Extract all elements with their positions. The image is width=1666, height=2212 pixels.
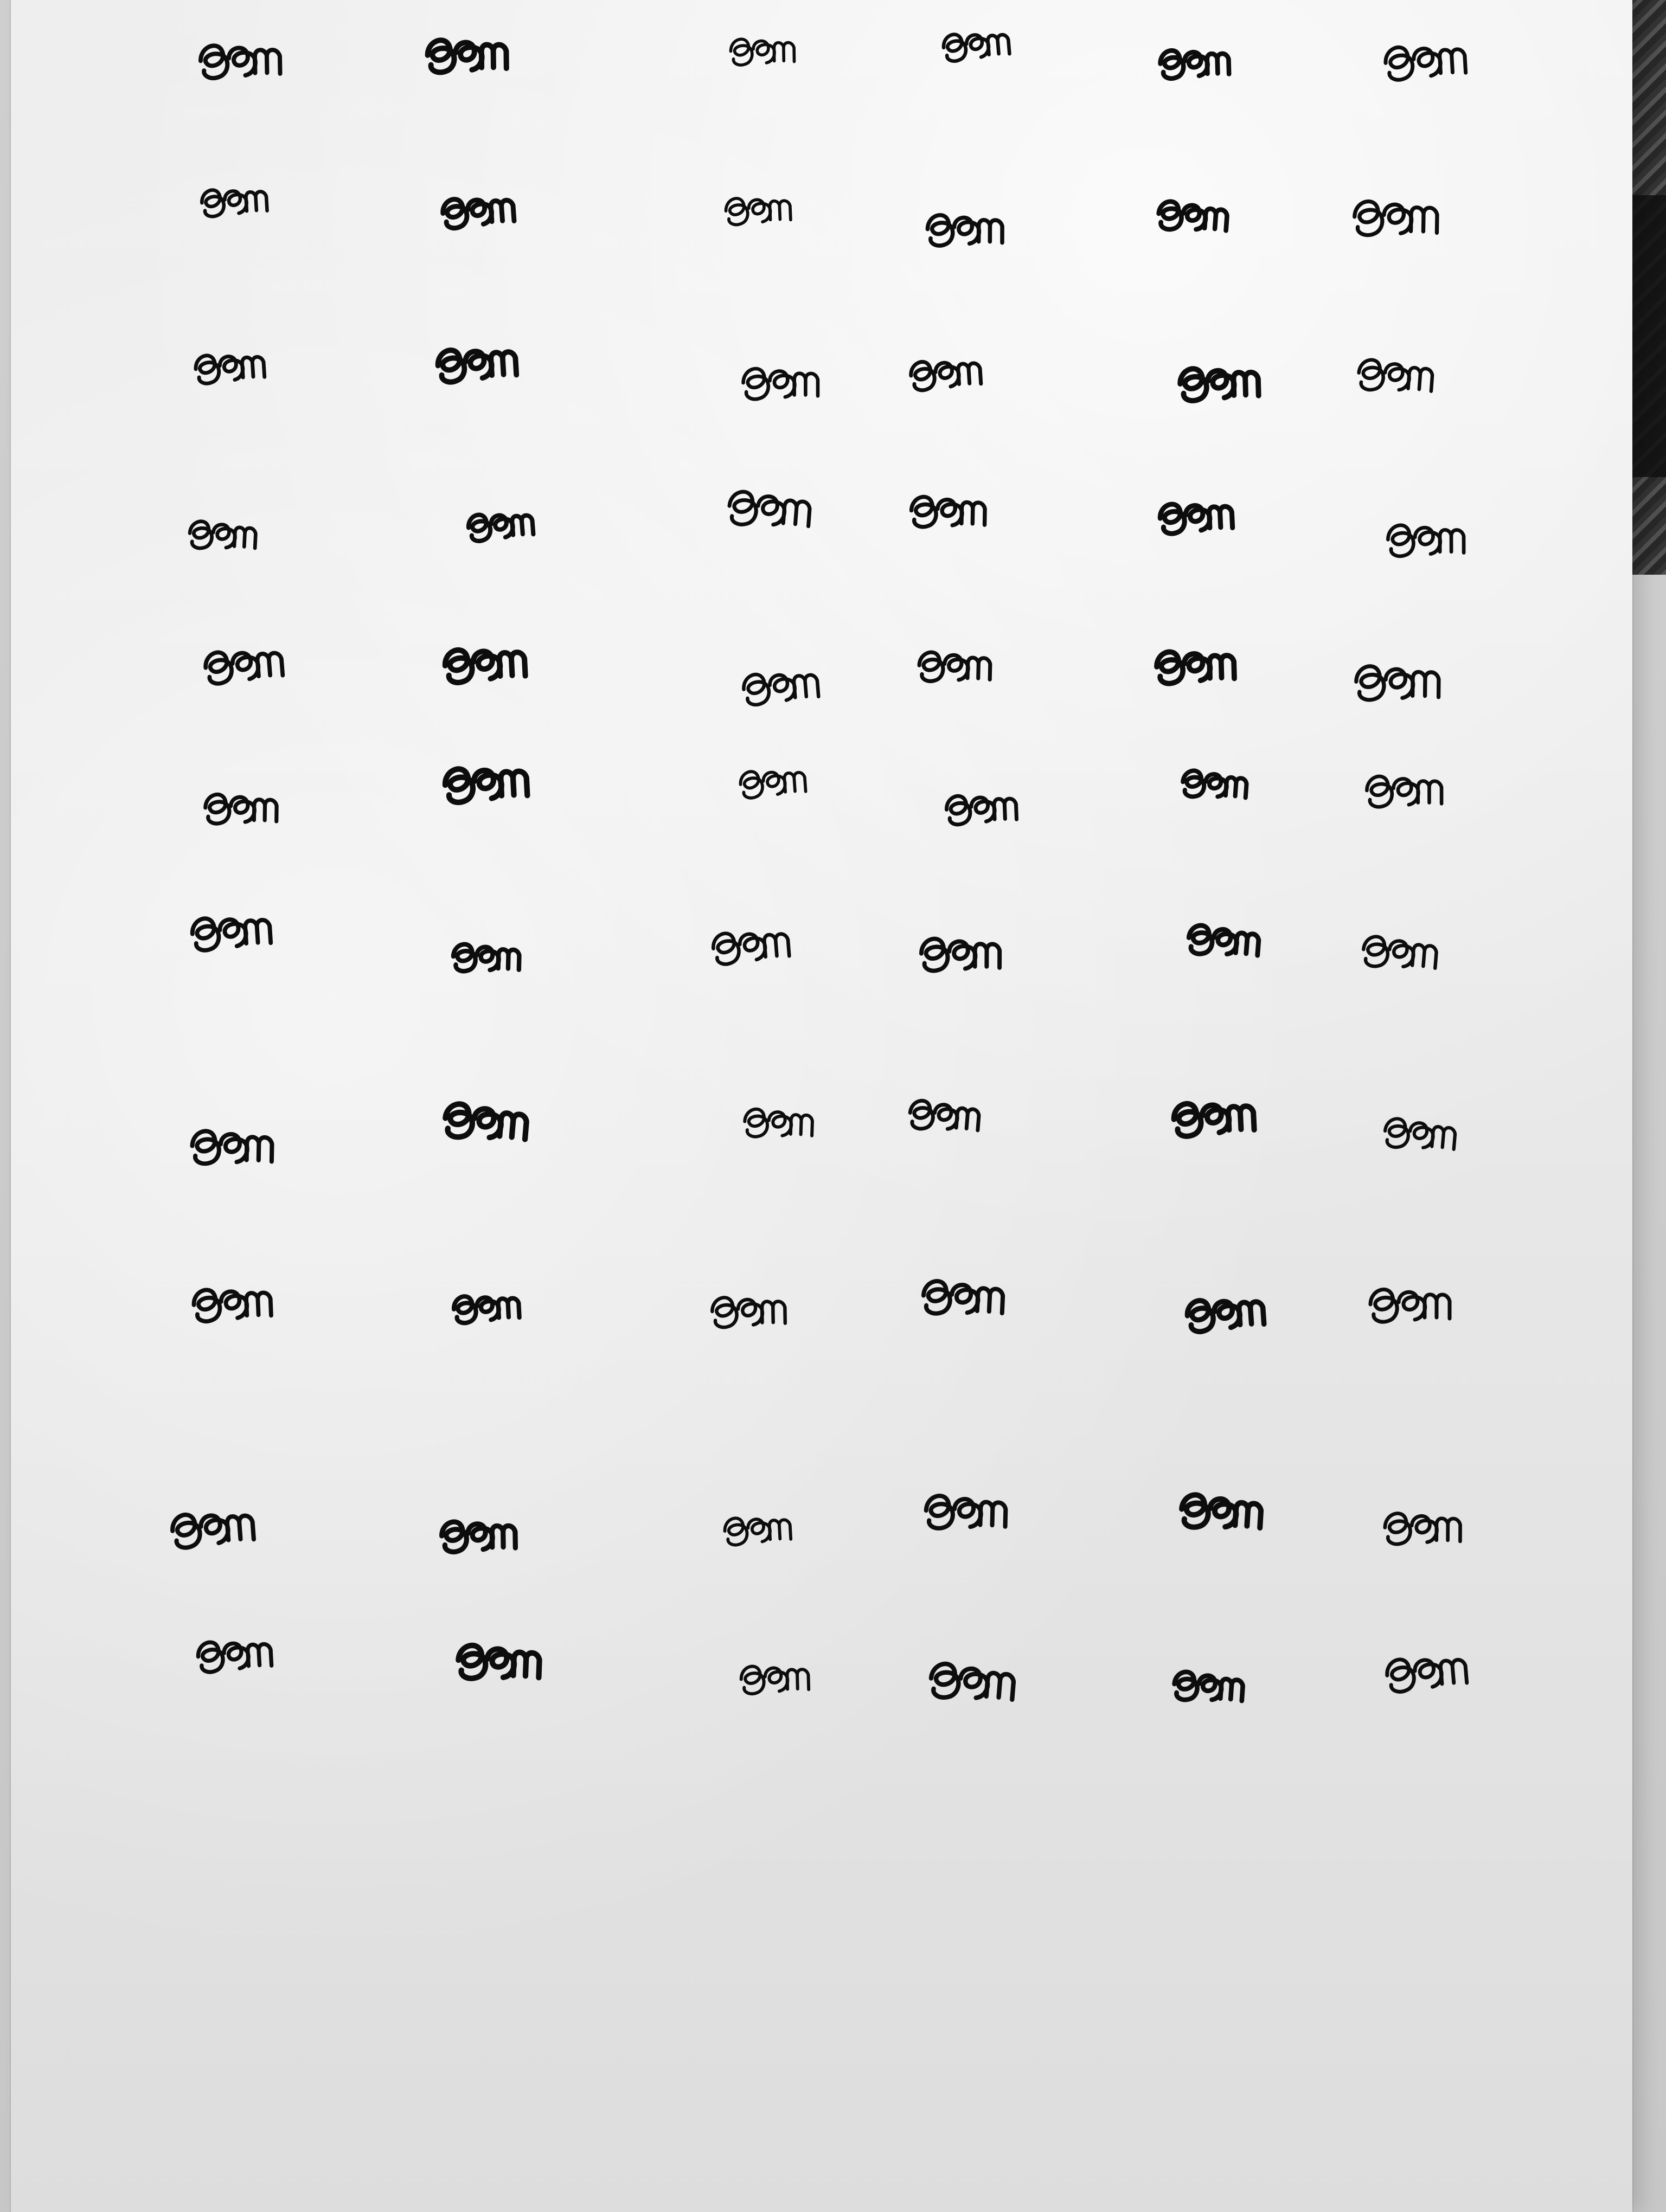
photo-scene — [0, 0, 1666, 2212]
handwritten-glyph — [181, 505, 269, 563]
handwritten-glyph — [181, 896, 286, 966]
handwritten-glyph — [196, 777, 290, 837]
handwritten-glyph — [194, 629, 297, 699]
handwritten-glyph — [1148, 184, 1241, 247]
handwritten-glyph — [1178, 908, 1273, 972]
handwritten-glyph — [1352, 918, 1451, 985]
handwritten-glyph — [731, 752, 818, 811]
handwritten-glyph — [1345, 646, 1453, 715]
handwritten-glyph — [1375, 1495, 1473, 1558]
handwritten-glyph — [183, 1269, 285, 1336]
handwritten-glyph — [733, 651, 834, 719]
handwritten-glyph — [161, 1490, 270, 1564]
handwritten-glyph — [918, 198, 1015, 260]
handwritten-glyph — [900, 1083, 994, 1147]
handwritten-glyph — [1150, 484, 1246, 548]
handwritten-glyph — [1348, 341, 1447, 408]
handwritten-glyph — [418, 21, 521, 86]
handwritten-glyph — [444, 928, 531, 985]
handwritten-glyph — [1357, 758, 1454, 820]
handwritten-glyph — [1164, 1655, 1257, 1717]
handwritten-glyph — [433, 1503, 529, 1565]
handwritten-glyph — [901, 342, 994, 404]
handwritten-glyph — [1173, 755, 1259, 813]
handwritten-glyph — [1146, 632, 1248, 698]
handwritten-glyph — [912, 921, 1014, 985]
handwritten-glyph — [933, 14, 1022, 74]
handwritten-glyph — [735, 1092, 825, 1151]
handwritten-glyph — [185, 336, 278, 397]
handwritten-glyph — [1344, 182, 1452, 251]
handwritten-glyph — [427, 327, 531, 397]
handwritten-glyph — [1170, 1475, 1277, 1546]
handwritten-glyph — [910, 635, 1003, 695]
handwritten-glyph — [912, 1262, 1018, 1332]
handwritten-glyph — [182, 1112, 286, 1179]
handwritten-glyph — [1361, 1271, 1464, 1336]
handwritten-glyph — [433, 627, 540, 698]
handwritten-glyph — [447, 1625, 555, 1696]
handwritten-glyph — [734, 351, 831, 413]
handwritten-glyph — [703, 1279, 798, 1340]
handwritten-glyph — [717, 181, 803, 237]
handwritten-glyph — [715, 1499, 803, 1558]
handwritten-glyph — [433, 745, 543, 818]
handwritten-glyph — [1374, 24, 1481, 95]
handwritten-glyph — [1170, 349, 1273, 415]
handwritten-glyph — [918, 1643, 1030, 1719]
handwritten-glyph — [192, 171, 279, 229]
handwritten-glyph — [1163, 1081, 1270, 1151]
handwritten-glyph — [1151, 33, 1242, 91]
handwritten-glyph — [732, 1649, 821, 1706]
handwritten-glyph — [723, 23, 806, 76]
handwritten-glyph — [1374, 1101, 1470, 1166]
handwritten-glyph — [916, 1477, 1021, 1545]
handwritten-glyph — [190, 26, 294, 93]
handwritten-glyph — [432, 178, 528, 242]
handwritten-glyph — [433, 1083, 543, 1159]
handwritten-glyph — [459, 495, 546, 554]
handwritten-glyph — [902, 479, 998, 541]
handwritten-glyph — [444, 1278, 531, 1335]
handwritten-glyph — [1375, 1634, 1482, 1707]
handwritten-glyph — [1378, 507, 1477, 570]
handwritten-glyph — [717, 471, 826, 545]
handwritten-glyph — [188, 1622, 285, 1687]
paper-sheet — [11, 0, 1632, 2212]
handwritten-glyph — [937, 777, 1030, 838]
handwritten-glyph — [702, 910, 804, 980]
handwritten-glyph — [1176, 1278, 1279, 1347]
